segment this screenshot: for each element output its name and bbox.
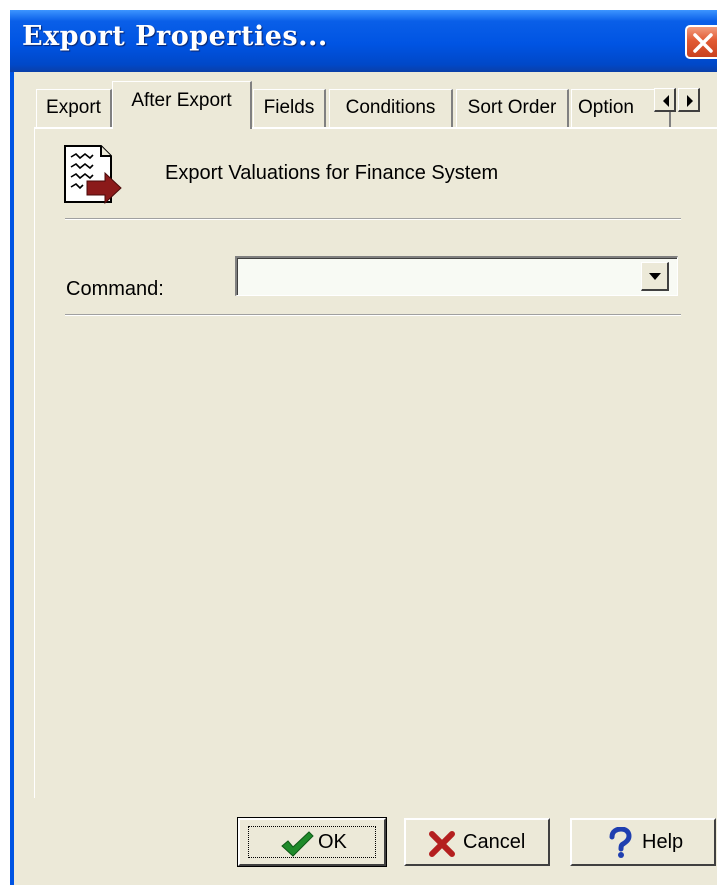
close-button[interactable] [685,25,717,59]
cancel-label: Cancel [463,831,526,853]
question-mark-icon [609,827,632,858]
ok-button[interactable]: OK [237,817,387,867]
checkmark-icon [281,831,314,857]
tab-sort-order[interactable]: Sort Order [456,89,569,127]
separator-bottom [65,314,681,316]
arrow-right-icon [687,95,693,107]
arrow-left-icon [663,95,669,107]
tab-label: Sort Order [467,97,557,118]
cancel-button[interactable]: Cancel [404,818,550,866]
tab-label: Export [46,97,101,118]
tab-label: Option [578,97,634,118]
window-title: Export Properties... [22,21,328,52]
help-button[interactable]: Help [570,818,716,866]
command-dropdown-button[interactable] [641,262,669,291]
help-label: Help [642,831,684,853]
tab-label: Fields [263,97,315,118]
separator-top [65,218,681,220]
tab-conditions[interactable]: Conditions [329,89,453,127]
dialog-body: Export After Export Fields Conditions So… [10,72,717,885]
command-input[interactable] [239,260,635,292]
tab-after-export[interactable]: After Export [112,81,252,129]
tab-scroll-right-button[interactable] [678,88,700,112]
tab-fields[interactable]: Fields [253,89,326,127]
export-properties-dialog: Export Properties... Export After Export… [10,10,717,885]
command-label: Command: [66,278,164,300]
tab-page-after-export: Export Valuations for Finance System Com… [34,128,717,798]
tab-label: Conditions [345,97,436,118]
close-x-icon [693,33,713,53]
command-combobox[interactable] [235,256,678,296]
tab-label: After Export [131,90,232,111]
ok-label: OK [318,831,347,853]
export-document-icon [64,145,122,205]
tab-scroll-left-button[interactable] [654,88,676,112]
export-description: Export Valuations for Finance System [165,162,499,184]
tab-export[interactable]: Export [36,89,112,127]
title-bar[interactable]: Export Properties... [10,10,717,72]
red-x-icon [429,831,455,857]
chevron-down-icon [649,273,661,280]
